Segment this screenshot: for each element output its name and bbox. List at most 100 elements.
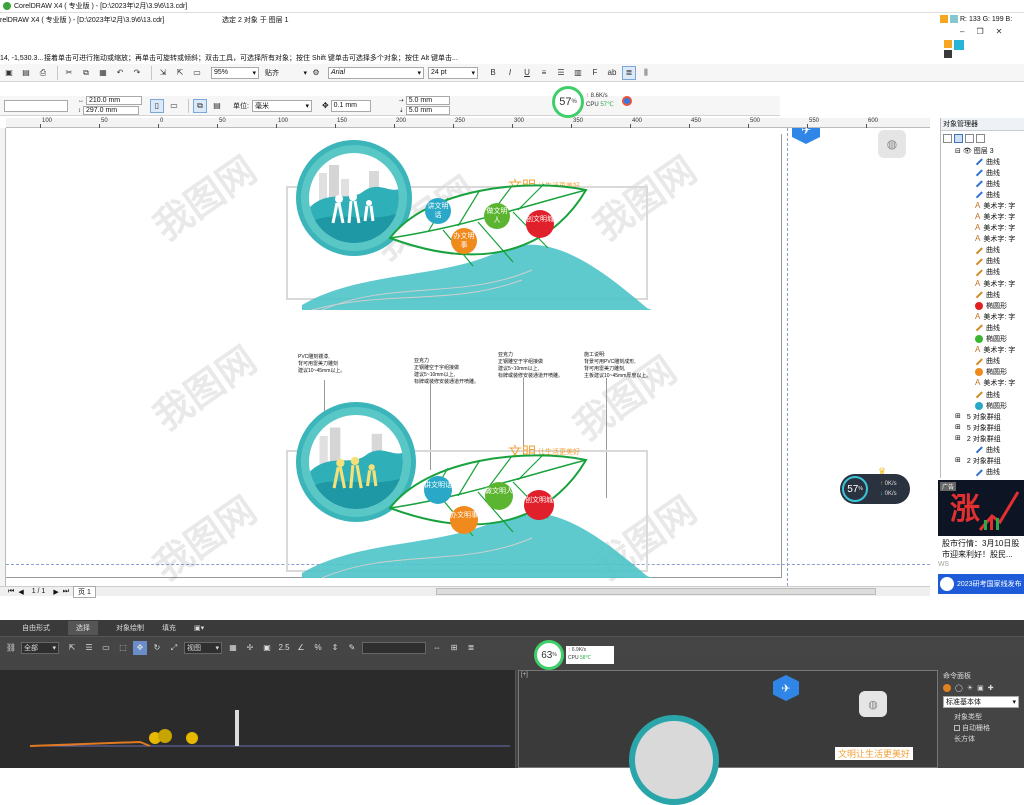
object-item[interactable]: 曲线 <box>975 389 1024 400</box>
ad-panel[interactable]: 广告 涨 股市行情：3月10日股市迎来利好！股民... 激活 Windows 2… <box>938 480 1024 596</box>
copy-icon[interactable]: ⧉ <box>79 66 93 80</box>
page-tab[interactable]: 页 1 <box>73 586 96 598</box>
design-bottom[interactable]: 文明 让生活更美好 讲文明话 做文明人 创文明城 办文明事 <box>282 402 652 578</box>
font-size-select[interactable]: 24 pt▾ <box>428 67 478 79</box>
auto-grid-check[interactable]: 自动栅格 <box>940 722 1024 733</box>
object-item[interactable]: 椭圆形 <box>975 300 1024 311</box>
cup-icon[interactable]: ◍ <box>859 691 887 717</box>
object-item[interactable]: 曲线 <box>975 267 1024 278</box>
select-by-name-icon[interactable]: ☰ <box>82 641 96 655</box>
eye-icon[interactable]: 👁 <box>963 147 972 155</box>
design-top[interactable]: 文明 让生活更美好 讲文明话 做文明人 创文明城 办文明事 <box>282 140 652 310</box>
first-page-icon[interactable]: ⏮ <box>8 588 14 596</box>
underline-icon[interactable]: U <box>520 66 534 80</box>
current-page-icon[interactable]: ▤ <box>210 99 224 113</box>
print-icon[interactable]: ⎙ <box>36 66 50 80</box>
edit-across-icon[interactable] <box>965 134 974 143</box>
selection-filter-select[interactable]: 全部▾ <box>21 642 59 654</box>
snap-select[interactable]: 贴齐▾ <box>263 67 309 79</box>
close-icon[interactable]: ✕ <box>996 27 1003 36</box>
object-item[interactable]: 曲线 <box>975 289 1024 300</box>
shapes-icon[interactable]: ◯ <box>955 684 963 692</box>
viewport-left[interactable] <box>0 670 516 768</box>
unit-select[interactable]: 毫米▾ <box>252 100 312 112</box>
spinner-snap-icon[interactable]: ⇕ <box>328 641 342 655</box>
snap-2-5-icon[interactable]: 2.5 <box>277 641 291 655</box>
rect-region-icon[interactable]: ▭ <box>99 641 113 655</box>
drawing-canvas[interactable]: 我图网 我图网 我图网 我图网 我图网 我图网 我图网 <box>6 128 930 586</box>
nudge-field[interactable]: 0.1 mm <box>331 100 371 112</box>
paste-icon[interactable]: ▦ <box>96 66 110 80</box>
tab-freeform[interactable]: 自由形式 <box>22 623 50 633</box>
export-icon[interactable]: ⇱ <box>173 66 187 80</box>
link-icon[interactable]: ⛓ <box>4 641 18 655</box>
next-page-icon[interactable]: ▶ <box>53 588 58 596</box>
tab-selection[interactable]: 选择 <box>68 621 98 635</box>
object-item[interactable]: A美术字: 字 <box>975 211 1024 222</box>
import-icon[interactable]: ⇲ <box>156 66 170 80</box>
scale-icon[interactable]: ⤢ <box>167 641 181 655</box>
options-icon[interactable]: ⚙ <box>309 66 323 80</box>
edit-named-sel-icon[interactable]: ✎ <box>345 641 359 655</box>
last-page-icon[interactable]: ⏭ <box>63 588 69 596</box>
all-pages-icon[interactable]: ⧉ <box>193 99 207 113</box>
cup-icon[interactable]: ◍ <box>878 130 906 158</box>
pin-bird-icon[interactable]: ✈ <box>792 128 820 144</box>
object-item[interactable]: 曲线 <box>975 322 1024 333</box>
primitive-type-select[interactable]: 标准基本体▾ <box>943 696 1019 708</box>
dup-y-field[interactable]: 5.0 mm <box>406 106 450 115</box>
columns-icon[interactable]: ▥ <box>571 66 585 80</box>
angle-snap-icon[interactable]: ∠ <box>294 641 308 655</box>
viewport-right[interactable]: [+] ✈ ◍ 文明让生活更美好 <box>518 670 938 768</box>
object-item[interactable]: A美术字: 字 <box>975 200 1024 211</box>
news-item[interactable]: 2023研考国家线发布 <box>938 574 1024 594</box>
keyboard-shortcut-icon[interactable]: ▣ <box>260 641 274 655</box>
portrait-icon[interactable]: ▯ <box>150 99 164 113</box>
tab-populate[interactable]: 填充 <box>162 623 176 633</box>
helpers-icon[interactable]: ✚ <box>988 684 994 692</box>
object-item[interactable]: 椭圆形 <box>975 367 1024 378</box>
redo-icon[interactable]: ↷ <box>130 66 144 80</box>
layer-manager-icon[interactable] <box>976 134 985 143</box>
ribbon-toggle-icon[interactable]: ▣▾ <box>194 624 204 632</box>
expand-icon[interactable]: ⊟ <box>955 147 961 155</box>
zoom-select[interactable]: 95%▾ <box>211 67 259 79</box>
object-item[interactable]: ⊞5 对象群组 <box>975 411 1024 422</box>
object-item[interactable]: A美术字: 字 <box>975 378 1024 389</box>
dup-x-field[interactable]: 5.0 mm <box>406 96 450 105</box>
move-icon[interactable]: ✥ <box>133 641 147 655</box>
object-item[interactable]: 曲线 <box>975 156 1024 167</box>
ref-coord-select[interactable]: 视图▾ <box>184 642 222 654</box>
restore-icon[interactable]: ❐ <box>976 27 983 36</box>
save-icon[interactable]: ▣ <box>2 66 16 80</box>
ad-headline[interactable]: 股市行情：3月10日股市迎来利好！股民... <box>942 538 1022 560</box>
tab-object-paint[interactable]: 对象绘制 <box>116 623 144 633</box>
object-item[interactable]: A美术字: 字 <box>975 278 1024 289</box>
bold-icon[interactable]: B <box>486 66 500 80</box>
open-icon[interactable]: ▤ <box>19 66 33 80</box>
layer-row[interactable]: ⊟ 👁 图层 3 <box>941 145 1024 156</box>
box-button[interactable]: 长方体 <box>940 733 1024 744</box>
object-item[interactable]: 曲线 <box>975 189 1024 200</box>
named-sel-select[interactable] <box>362 642 426 654</box>
window-crossing-icon[interactable]: ⬚ <box>116 641 130 655</box>
align-icon[interactable]: ⊞ <box>447 641 461 655</box>
minimize-icon[interactable]: – <box>960 27 964 36</box>
object-item[interactable]: 曲线 <box>975 256 1024 267</box>
object-item[interactable]: 曲线 <box>975 467 1024 478</box>
cameras-icon[interactable]: ▣ <box>977 684 984 692</box>
horizontal-text-icon[interactable]: ≣ <box>622 66 636 80</box>
checkbox-icon[interactable] <box>954 725 960 731</box>
object-item[interactable]: 曲线 <box>975 245 1024 256</box>
object-item[interactable]: A美术字: 字 <box>975 234 1024 245</box>
manipulate-icon[interactable]: ✢ <box>243 641 257 655</box>
object-item[interactable]: 曲线 <box>975 356 1024 367</box>
mirror-icon[interactable]: ⇔ <box>430 641 444 655</box>
object-item[interactable]: ⊞5 对象群组 <box>975 422 1024 433</box>
align-icon[interactable]: ≡ <box>537 66 551 80</box>
object-item[interactable]: A美术字: 字 <box>975 345 1024 356</box>
show-props-icon[interactable] <box>943 134 952 143</box>
object-item[interactable]: ⊞2 对象群组 <box>975 456 1024 467</box>
bullet-icon[interactable]: ☰ <box>554 66 568 80</box>
h-scrollbar[interactable] <box>436 588 876 595</box>
